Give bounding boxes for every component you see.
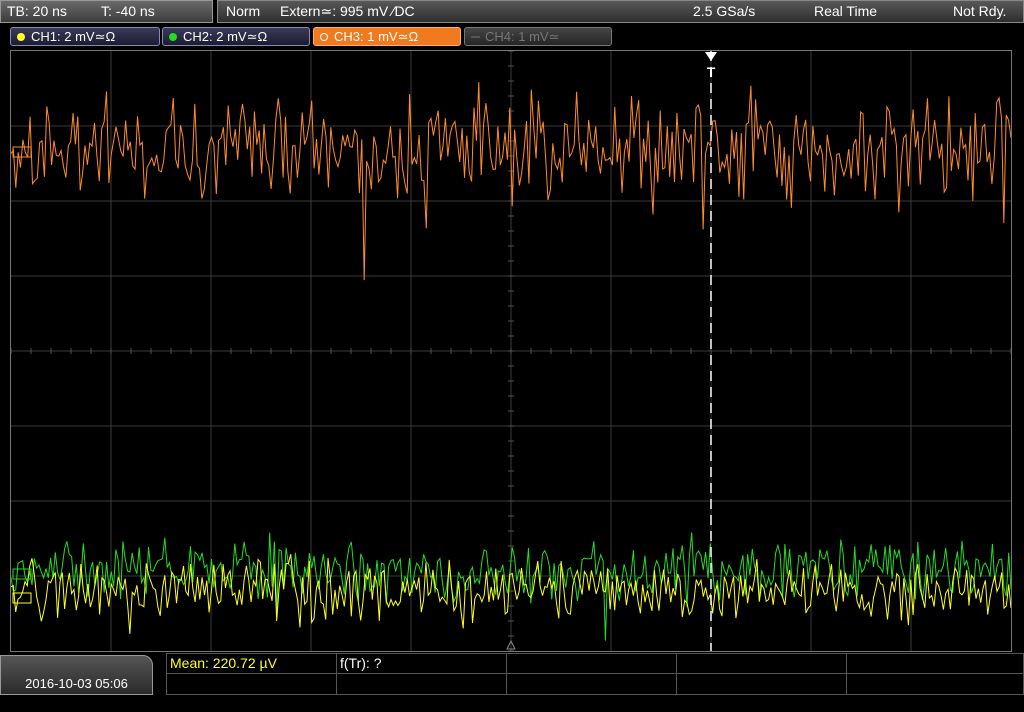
measurement-mean[interactable]: Mean: 220.72 µV [170,653,277,673]
timebase-value[interactable]: TB: 20 ns [7,1,67,22]
ch2-label: CH2: 2 mV≃Ω [183,29,268,44]
ch3-dot-icon [320,33,328,41]
run-state: Not Rdy. [953,3,1007,19]
measurement-frequency[interactable]: f(Tr): ? [340,653,381,673]
ch4-label: CH4: 1 mV≃ [485,29,560,44]
footer-bar: 2016-10-03 05:06 Mean: 220.72 µV f(Tr): … [0,653,1024,695]
trigger-panel[interactable]: Norm Extern≃: 995 mV ∕DC 2.5 GSa/s Real … [217,0,1024,23]
ch4-dot-icon [471,36,480,38]
ch3-label: CH3: 1 mV≃Ω [334,29,419,44]
ch2-dot-icon [169,33,177,41]
status-bar: TB: 20 ns T: -40 ns Norm Extern≃: 995 mV… [0,0,1024,24]
measurement-grid [166,653,1024,695]
ch1-dot-icon [17,33,25,41]
datetime-text: 2016-10-03 05:06 [25,676,128,691]
sample-rate[interactable]: 2.5 GSa/s [693,1,755,22]
ch1-label: CH1: 2 mV≃Ω [31,29,116,44]
ch1-button[interactable]: CH1: 2 mV≃Ω [10,27,160,46]
trigger-mode[interactable]: Norm [226,1,260,22]
measurement-panel[interactable]: Mean: 220.72 µV f(Tr): ? [166,653,1024,695]
ch3-button[interactable]: CH3: 1 mV≃Ω [313,27,461,46]
waveform-display[interactable]: T [10,50,1012,652]
trigger-position-icon [705,52,717,61]
trigger-source[interactable]: Extern≃: 995 mV ∕DC [280,1,415,22]
timebase-panel[interactable]: TB: 20 ns T: -40 ns [0,0,213,23]
trigger-marker-label: T [707,64,716,80]
acquisition-mode[interactable]: Real Time [814,1,877,22]
datetime-display: 2016-10-03 05:06 [0,655,153,695]
channel-bar: CH1: 2 mV≃Ω CH2: 2 mV≃Ω CH3: 1 mV≃Ω CH4:… [0,26,1024,48]
ch4-button[interactable]: CH4: 1 mV≃ [464,27,612,46]
trigger-time-value[interactable]: T: -40 ns [101,1,155,22]
scope-graticule: T [11,51,1011,651]
ch2-button[interactable]: CH2: 2 mV≃Ω [162,27,310,46]
